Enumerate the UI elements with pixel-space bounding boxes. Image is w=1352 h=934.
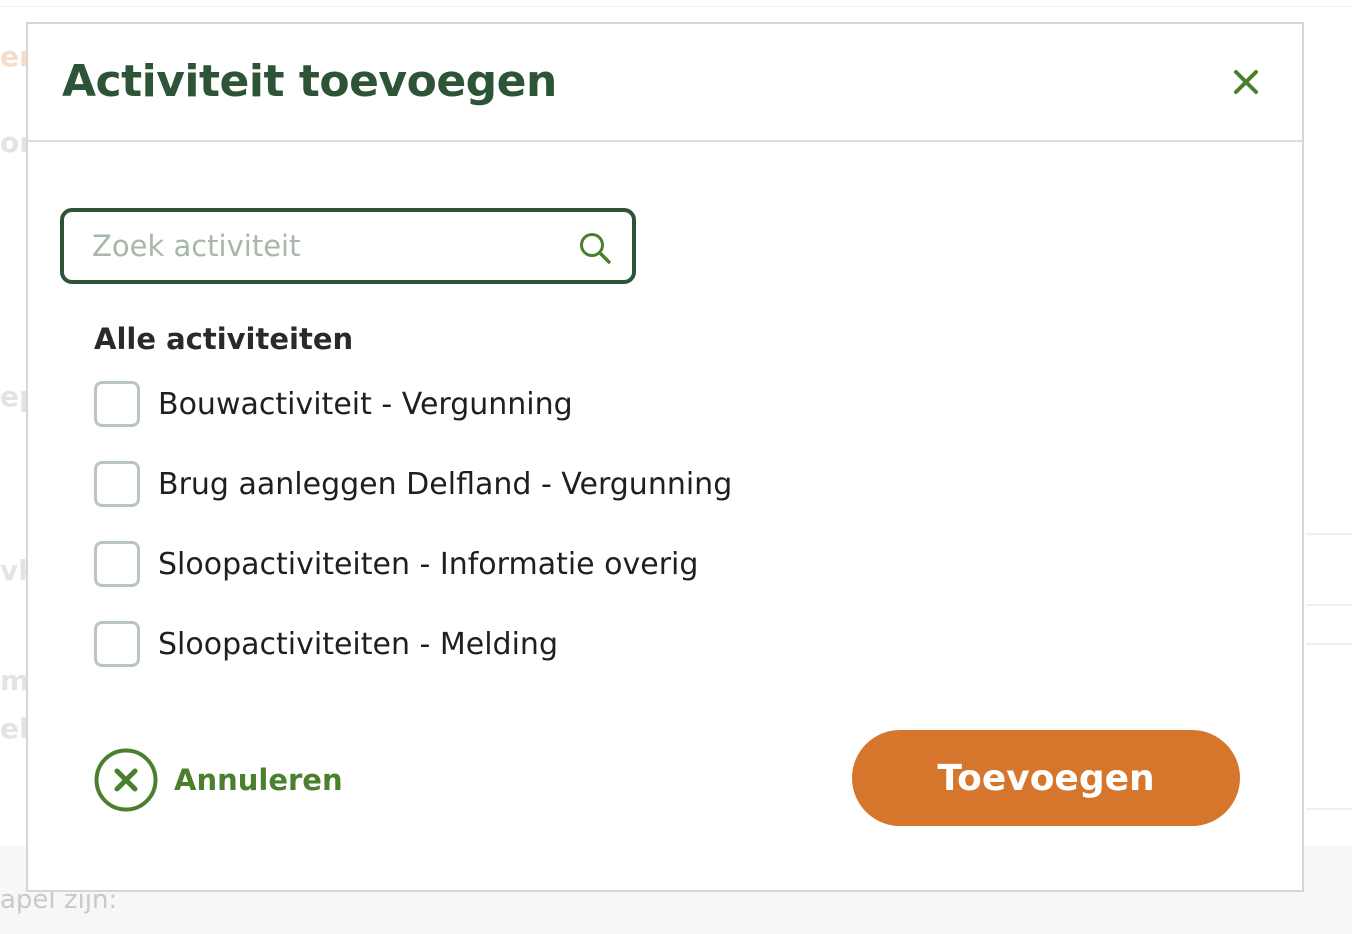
activity-checkbox[interactable]	[94, 461, 140, 507]
add-button[interactable]: Toevoegen	[852, 730, 1240, 826]
close-button[interactable]	[1228, 64, 1264, 100]
activity-option-label: Sloopactiviteiten - Informatie overig	[158, 546, 699, 582]
activity-option[interactable]: Brug aanleggen Delfland - Vergunning	[94, 460, 732, 508]
search-icon[interactable]	[578, 231, 612, 265]
cancel-button[interactable]: Annuleren	[94, 748, 343, 812]
activity-option[interactable]: Bouwactiviteit - Vergunning	[94, 380, 573, 428]
modal-title: Activiteit toevoegen	[62, 56, 557, 107]
activity-checkbox[interactable]	[94, 381, 140, 427]
activity-option-label: Bouwactiviteit - Vergunning	[158, 386, 573, 422]
activity-option[interactable]: Sloopactiviteiten - Informatie overig	[94, 540, 698, 588]
activity-list-heading: Alle activiteiten	[94, 322, 354, 356]
close-icon	[1234, 70, 1258, 94]
background-divider	[1306, 643, 1352, 645]
search-input[interactable]	[64, 212, 632, 280]
background-divider	[1306, 533, 1352, 535]
activity-option-label: Brug aanleggen Delfland - Vergunning	[158, 466, 733, 502]
background-divider	[0, 6, 1352, 7]
cancel-button-label: Annuleren	[174, 763, 343, 797]
background-text-fragment: el	[0, 712, 29, 745]
cancel-circle-icon	[94, 748, 158, 812]
background-divider	[1306, 808, 1352, 810]
activity-option[interactable]: Sloopactiviteiten - Melding	[94, 620, 558, 668]
background-divider	[1306, 604, 1352, 606]
activity-option-label: Sloopactiviteiten - Melding	[158, 626, 558, 662]
activity-checkbox[interactable]	[94, 541, 140, 587]
activity-checkbox[interactable]	[94, 621, 140, 667]
search-field	[60, 208, 636, 284]
modal-header: Activiteit toevoegen	[28, 24, 1302, 142]
add-activity-modal: Activiteit toevoegen Alle activiteiten B…	[26, 22, 1304, 892]
